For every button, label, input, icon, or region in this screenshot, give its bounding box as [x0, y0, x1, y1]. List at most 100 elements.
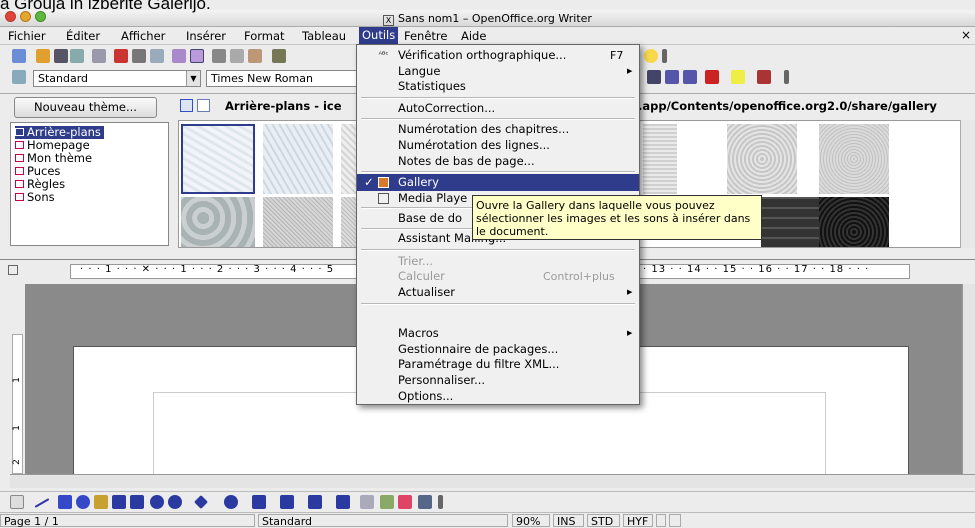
menubar: Fichier Éditer Afficher Insérer Format T…: [0, 27, 975, 45]
thumbnail[interactable]: [341, 124, 357, 194]
callout-icon[interactable]: [150, 495, 164, 509]
text-boundaries[interactable]: [153, 392, 826, 482]
menu-editer[interactable]: Éditer: [66, 29, 100, 43]
help-icon[interactable]: [644, 49, 658, 63]
ellipse-tool-icon[interactable]: [76, 495, 90, 509]
flowcharts-icon[interactable]: [280, 495, 294, 509]
basic-shapes-icon[interactable]: [194, 495, 208, 509]
status-bar: Page 1 / 1 Standard 90% INS STD HYF: [0, 512, 975, 528]
increase-indent-icon[interactable]: [683, 70, 697, 84]
stars-icon[interactable]: [336, 495, 350, 509]
thumbnail[interactable]: [819, 197, 889, 247]
menu-item-xml-filter[interactable]: Paramétrage du filtre XML...: [357, 356, 639, 373]
block-arrows-icon[interactable]: [252, 495, 266, 509]
menu-inserer[interactable]: Insérer: [186, 29, 226, 43]
hyperlink-mode[interactable]: HYF: [623, 514, 653, 527]
thumbnail[interactable]: [819, 124, 889, 194]
font-name-select[interactable]: Times New Roman: [206, 70, 362, 87]
overlay-caption: a Grouja in izberite Galerijo.: [0, 0, 211, 13]
font-color-icon[interactable]: [705, 70, 719, 84]
horizontal-scrollbar[interactable]: [10, 474, 975, 488]
ruler-labels-right: · 13 · · 14 · · 15 · · 16 · · 17 · · 18 …: [643, 264, 870, 275]
freeform-tool-icon[interactable]: [94, 495, 108, 509]
decrease-indent-icon[interactable]: [665, 70, 679, 84]
legend-icon[interactable]: [168, 495, 182, 509]
menu-outils[interactable]: Outils: [359, 27, 399, 44]
save-icon[interactable]: [54, 49, 68, 63]
menu-item-gallery[interactable]: ✓ Gallery: [357, 174, 639, 191]
email-icon[interactable]: [70, 49, 84, 63]
menu-item-autocorrect[interactable]: AutoCorrection...: [357, 100, 639, 117]
callouts-icon[interactable]: [308, 495, 322, 509]
menu-afficher[interactable]: Afficher: [121, 29, 165, 43]
close-document-button[interactable]: ×: [961, 28, 971, 42]
from-file-icon[interactable]: [398, 495, 412, 509]
menu-item-options[interactable]: Options...: [357, 388, 639, 405]
tab-stop-icon[interactable]: [8, 265, 18, 275]
gallery-scrollbar[interactable]: [960, 120, 975, 248]
chevron-down-icon[interactable]: ▼: [186, 71, 200, 86]
thumbnail[interactable]: [263, 124, 333, 194]
styles-formatting-icon[interactable]: [12, 70, 26, 84]
thumbnail[interactable]: [643, 124, 677, 194]
thumbnail[interactable]: [263, 197, 333, 247]
select-arrow-icon[interactable]: [10, 495, 24, 509]
thumbnail[interactable]: [727, 124, 797, 194]
icon-view-icon[interactable]: [180, 99, 193, 112]
text-tool-icon[interactable]: [112, 495, 126, 509]
print-preview-icon[interactable]: [150, 49, 164, 63]
menu-item-chapter-numbering[interactable]: Numérotation des chapitres...: [357, 121, 639, 138]
open-folder-icon[interactable]: [36, 49, 50, 63]
menu-fenetre[interactable]: Fenêtre: [404, 29, 447, 43]
theme-list[interactable]: Arrière-plans Homepage Mon thème Puces R…: [10, 122, 169, 246]
paragraph-style-select[interactable]: Standard ▼: [33, 70, 201, 87]
new-document-icon[interactable]: [12, 49, 26, 63]
menu-tableau[interactable]: Tableau: [302, 29, 346, 43]
line-tool-icon[interactable]: [34, 498, 50, 508]
vertical-text-icon[interactable]: [130, 495, 144, 509]
insert-mode[interactable]: INS: [553, 514, 584, 528]
thumbnail-selected[interactable]: [181, 124, 255, 194]
edit-file-icon[interactable]: [92, 49, 106, 63]
cut-icon[interactable]: [212, 49, 226, 63]
new-theme-button[interactable]: Nouveau thème...: [14, 97, 157, 118]
points-icon[interactable]: [360, 495, 374, 509]
menu-item-update[interactable]: Actualiser ▶: [357, 284, 639, 301]
highlight-icon[interactable]: [731, 70, 745, 84]
spellcheck-icon[interactable]: [172, 49, 186, 63]
background-color-icon[interactable]: [757, 70, 771, 84]
menu-separator: [361, 249, 635, 251]
rectangle-tool-icon[interactable]: [58, 495, 72, 509]
menu-fichier[interactable]: Fichier: [8, 29, 46, 43]
page-style[interactable]: Standard: [258, 514, 508, 528]
vertical-scrollbar[interactable]: [962, 284, 975, 474]
toolbar-overflow-icon[interactable]: [662, 49, 667, 63]
menu-aide[interactable]: Aide: [461, 29, 486, 43]
export-pdf-icon[interactable]: [114, 49, 128, 63]
menu-item-statistics[interactable]: Statistiques: [357, 78, 639, 95]
menu-item-macros[interactable]: Macros ▶: [357, 325, 639, 342]
fontwork-icon[interactable]: [380, 495, 394, 509]
list-bullets-icon[interactable]: [647, 70, 661, 84]
menu-item-spellcheck[interactable]: ᴬᴮᶜ Vérification orthographique... F7: [357, 47, 639, 64]
menu-item-footnotes[interactable]: Notes de bas de page...: [357, 153, 639, 170]
thumbnail[interactable]: [341, 197, 357, 247]
symbol-shapes-icon[interactable]: [224, 495, 238, 509]
copy-icon[interactable]: [230, 49, 244, 63]
selection-mode[interactable]: STD: [587, 514, 620, 528]
autospellcheck-icon[interactable]: [190, 49, 204, 63]
paste-icon[interactable]: [248, 49, 262, 63]
extrusion-icon[interactable]: [418, 495, 432, 509]
detail-view-icon[interactable]: [197, 99, 210, 112]
zoom-level[interactable]: 90%: [512, 514, 550, 528]
format-paintbrush-icon[interactable]: [272, 49, 286, 63]
menu-item-line-numbering[interactable]: Numérotation des lignes...: [357, 137, 639, 154]
menu-item-customize[interactable]: Personnaliser...: [357, 372, 639, 389]
thumbnail[interactable]: [181, 197, 255, 247]
print-icon[interactable]: [132, 49, 146, 63]
toolbar-overflow-icon[interactable]: [438, 495, 443, 509]
menu-format[interactable]: Format: [244, 29, 285, 43]
list-item[interactable]: Sons: [15, 191, 55, 204]
thumbnail[interactable]: [761, 197, 821, 247]
toolbar-overflow-icon[interactable]: [784, 70, 789, 84]
